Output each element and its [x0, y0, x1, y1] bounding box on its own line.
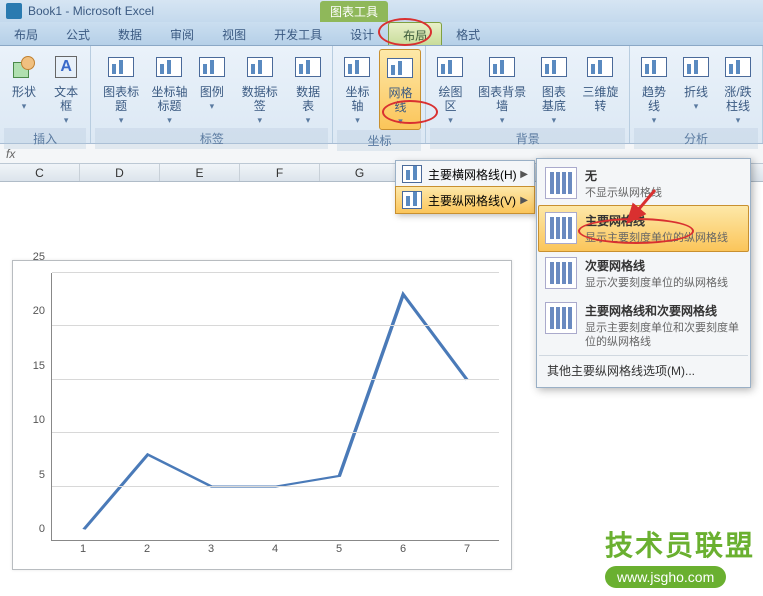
submenu-desc: 显示次要刻度单位的纵网格线: [585, 276, 728, 290]
ribbon-tabs: 布局 公式 数据 审阅 视图 开发工具 设计 布局 格式: [0, 22, 763, 46]
gridlines-icon: [387, 58, 413, 78]
group-background: 背景: [430, 128, 625, 149]
submenu-desc: 不显示纵网格线: [585, 186, 662, 200]
chart-x-axis: 1234567: [51, 543, 499, 561]
axes-button[interactable]: 坐标轴▾: [337, 49, 377, 130]
tab-layout-left[interactable]: 布局: [0, 22, 52, 45]
textbox-button[interactable]: A文本框▾: [46, 49, 86, 128]
data-labels-icon: [247, 57, 273, 77]
data-labels-button[interactable]: 数据标签▾: [234, 49, 286, 128]
tab-formulas[interactable]: 公式: [52, 22, 104, 45]
h-gridlines-label: 主要横网格线(H): [428, 166, 517, 183]
tab-format[interactable]: 格式: [442, 22, 494, 45]
lines-button[interactable]: 折线▾: [676, 49, 716, 128]
legend-icon: [199, 57, 225, 77]
chart-title-icon: [108, 57, 134, 77]
v-gridlines-submenu: 无不显示纵网格线 主要网格线显示主要刻度单位的纵网格线 次要网格线显示次要刻度单…: [536, 158, 751, 388]
gridlines-none-icon: [545, 167, 577, 199]
tab-review[interactable]: 审阅: [156, 22, 208, 45]
col-header[interactable]: E: [160, 164, 240, 181]
chart-wall-button[interactable]: 图表背景墙▾: [472, 49, 531, 128]
gridlines-dropdown: 主要横网格线(H) ▶ 主要纵网格线(V) ▶: [395, 160, 535, 214]
axis-title-icon: [156, 57, 182, 77]
tab-data[interactable]: 数据: [104, 22, 156, 45]
chart-plot: [51, 273, 499, 541]
h-gridlines-icon: [402, 165, 422, 183]
group-analysis: 分析: [634, 128, 758, 149]
submenu-desc: 显示主要刻度单位和次要刻度单位的纵网格线: [585, 321, 742, 349]
legend-button[interactable]: 图例▾: [192, 49, 232, 128]
col-header[interactable]: C: [0, 164, 80, 181]
group-axes: 坐标: [337, 130, 421, 151]
chart-floor-icon: [541, 57, 567, 77]
group-insert: 插入: [4, 128, 86, 149]
col-header[interactable]: G: [320, 164, 400, 181]
gridlines-major-icon: [545, 212, 577, 244]
group-labels: 标签: [95, 128, 328, 149]
watermark-text: 技术员联盟: [605, 524, 755, 564]
v-gridlines-label: 主要纵网格线(V): [428, 192, 516, 209]
chevron-right-icon: ▶: [520, 195, 528, 206]
submenu-item-minor[interactable]: 次要网格线显示次要刻度单位的纵网格线: [539, 251, 748, 296]
v-gridlines-icon: [402, 191, 422, 209]
dropdown-item-h-gridlines[interactable]: 主要横网格线(H) ▶: [396, 161, 534, 187]
col-header[interactable]: D: [80, 164, 160, 181]
title-bar: Book1 - Microsoft Excel 图表工具: [0, 0, 763, 22]
plot-area-button[interactable]: 绘图区▾: [430, 49, 470, 128]
trendline-icon: [641, 57, 667, 77]
updown-icon: [725, 57, 751, 77]
chart-plot-area: 0510152025 1234567: [21, 269, 503, 561]
axis-title-button[interactable]: 坐标轴 标题▾: [149, 49, 190, 128]
chart-wall-icon: [489, 57, 515, 77]
rotate-3d-icon: [587, 57, 613, 77]
shapes-icon: [13, 56, 35, 78]
submenu-item-major[interactable]: 主要网格线显示主要刻度单位的纵网格线: [538, 205, 749, 252]
textbox-icon: A: [55, 56, 77, 78]
submenu-title: 主要网格线和次要网格线: [585, 302, 742, 319]
chart-tools-contextual: 图表工具: [320, 1, 388, 22]
plot-area-icon: [437, 57, 463, 77]
window-title: Book1 - Microsoft Excel: [28, 4, 154, 18]
submenu-item-both[interactable]: 主要网格线和次要网格线显示主要刻度单位和次要刻度单位的纵网格线: [539, 296, 748, 355]
gridlines-button[interactable]: 网格线▾: [379, 49, 421, 130]
axes-icon: [344, 57, 370, 77]
data-table-icon: [295, 57, 321, 77]
embedded-chart[interactable]: 0510152025 1234567: [12, 260, 512, 570]
tab-layout[interactable]: 布局: [388, 22, 442, 45]
dropdown-item-v-gridlines[interactable]: 主要纵网格线(V) ▶: [395, 186, 535, 214]
submenu-title: 次要网格线: [585, 257, 728, 274]
submenu-desc: 显示主要刻度单位的纵网格线: [585, 231, 728, 245]
chart-line-series: [52, 273, 499, 540]
watermark: 技术员联盟 www.jsgho.com: [605, 524, 755, 588]
tab-developer[interactable]: 开发工具: [260, 22, 336, 45]
submenu-item-none[interactable]: 无不显示纵网格线: [539, 161, 748, 206]
rotate-3d-button[interactable]: 三维旋转: [576, 49, 625, 128]
app-icon: [6, 3, 22, 19]
updown-bars-button[interactable]: 涨/跌 柱线▾: [718, 49, 758, 128]
watermark-url: www.jsgho.com: [605, 566, 726, 588]
chart-y-axis: 0510152025: [21, 269, 49, 541]
gridlines-minor-icon: [545, 257, 577, 289]
chevron-right-icon: ▶: [520, 169, 528, 180]
shapes-button[interactable]: 形状▾: [4, 49, 44, 128]
col-header[interactable]: F: [240, 164, 320, 181]
ribbon: 形状▾ A文本框▾ 插入 图表标题▾ 坐标轴 标题▾ 图例▾ 数据标签▾ 数据表…: [0, 46, 763, 144]
submenu-more-options[interactable]: 其他主要纵网格线选项(M)...: [539, 355, 748, 385]
chart-title-button[interactable]: 图表标题▾: [95, 49, 147, 128]
lines-icon: [683, 57, 709, 77]
submenu-title: 无: [585, 167, 662, 184]
tab-design[interactable]: 设计: [336, 22, 388, 45]
submenu-title: 主要网格线: [585, 212, 728, 229]
chart-floor-button[interactable]: 图表 基底▾: [534, 49, 574, 128]
tab-view[interactable]: 视图: [208, 22, 260, 45]
trendline-button[interactable]: 趋势线▾: [634, 49, 674, 128]
gridlines-both-icon: [545, 302, 577, 334]
data-table-button[interactable]: 数据表▾: [288, 49, 329, 128]
